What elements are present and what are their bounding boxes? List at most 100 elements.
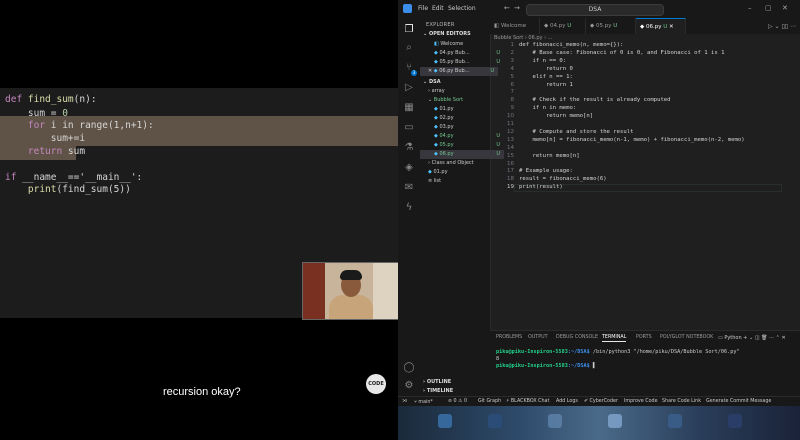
panel-tab-problems[interactable]: PROBLEMS [496,335,522,340]
code-line[interactable]: # Compute and store the result [519,129,633,135]
code-line[interactable]: return 0 [519,66,573,72]
code-editor[interactable]: 1 2 3 4 5 6 7 8 9 10 11 12 13 14 15 16 17 18 19 def fibona… [490,42,800,330]
code-line[interactable]: # Example usage: [519,168,573,174]
dock-app-icon[interactable] [608,414,622,428]
remote-explorer-icon[interactable]: ▭ [403,122,415,134]
outline-section[interactable]: › OUTLINE [420,378,493,387]
chat-icon[interactable]: ✉ [403,182,415,194]
tree-file-root-01[interactable]: ◆ 01.py [420,168,498,177]
tab-06[interactable]: ◆ 06.py U ✕ [636,18,686,34]
line-number: 18 [507,176,514,183]
split-editor-icon[interactable]: ▯▯ [781,23,788,30]
maximize-icon[interactable]: ▢ [765,4,772,12]
testing-icon[interactable]: ⚗ [403,142,415,154]
run-debug-icon[interactable]: ▷ [403,82,415,94]
slide-line-2: sum = 0 [5,108,68,119]
tree-folder-array[interactable]: › array [420,87,498,96]
panel-tab-ports[interactable]: PORTS [636,335,652,340]
explorer-icon[interactable]: ❐ [403,24,415,36]
status-improve-code[interactable]: Improve Code [624,399,658,404]
extensions-icon[interactable]: ▦ [403,102,415,114]
source-control-badge: 3 [411,70,417,76]
menu-file[interactable]: File [418,5,428,12]
left-bottom-area [0,406,398,440]
code-line[interactable]: result = fibonacci_memo(6) [519,176,607,182]
slide-line-1: def find_sum(n): [5,94,97,105]
code-line[interactable]: memo[n] = fibonacci_memo(n-1, memo) + fi… [519,137,744,143]
panel-tab-output[interactable]: OUTPUT [528,335,548,340]
status-blackbox-chat[interactable]: ⚡ BLACKBOX Chat [506,399,549,404]
command-center-search[interactable]: DSA [526,4,664,16]
status-problems[interactable]: ⊘ 0 ⚠ 0 [448,399,467,404]
code-line[interactable]: if n in memo: [519,105,576,111]
minimize-icon[interactable]: – [748,4,752,12]
tree-file-list[interactable]: ≡ list [420,177,498,186]
code-line[interactable]: elif n == 1: [519,74,572,80]
docker-icon[interactable]: ◈ [403,162,415,174]
code-line[interactable]: return memo[n] [519,153,579,159]
breadcrumb[interactable]: Bubble Sort › 06.py › ... [494,35,552,41]
nav-back-icon[interactable]: ← [504,4,510,12]
line-number: 14 [507,144,514,151]
nav-forward-icon[interactable]: → [514,4,520,12]
code-line[interactable]: return 1 [519,82,573,88]
code-line[interactable]: print(result) [519,184,563,190]
timeline-section[interactable]: › TIMELINE [420,387,493,396]
bottom-panel: PROBLEMS OUTPUT DEBUG CONSOLE TERMINAL P… [490,330,800,397]
close-editor-icon: ✕ [428,68,433,74]
tab-welcome[interactable]: ◧ Welcome [490,18,540,34]
run-file-icon[interactable]: ▷ [768,23,773,30]
tree-folder-class-object[interactable]: › Class and Object [420,159,498,168]
status-git-graph[interactable]: Git Graph [478,399,501,404]
status-cybercoder[interactable]: ✐ CyberCoder [584,399,618,404]
workspace-section[interactable]: ⌄ DSA [420,78,493,87]
code-line[interactable]: # Check if the result is already compute… [519,97,670,103]
code-line[interactable]: return memo[n] [519,113,593,119]
slide-line-6: if __name__=='__main__': [5,172,143,183]
line-number: 11 [507,121,514,127]
line-number: 2 [510,49,515,56]
menu-selection[interactable]: Selection [448,5,476,12]
remote-indicator-icon[interactable]: ⋊ [402,399,407,404]
explorer-sidebar: EXPLORER ⌄ OPEN EDITORS ◧ Welcome ◆ 04.p… [420,18,504,396]
status-branch[interactable]: ⑂ main* [414,399,433,405]
search-icon[interactable]: ⌕ [403,42,415,54]
settings-gear-icon[interactable]: ⚙ [403,380,415,392]
status-generate-commit[interactable]: Generate Commit Message [706,399,771,404]
dock-app-icon[interactable] [438,414,452,428]
menu-edit[interactable]: Edit [432,5,444,12]
open-editors-section[interactable]: ⌄ OPEN EDITORS [420,30,493,39]
line-number: 5 [510,73,515,80]
line-number: 16 [507,160,514,167]
add-terminal-icon: + [743,335,748,341]
vscode-window: File Edit Selection ← → DSA – ▢ ✕ ❐ ⌕ ⑂ … [398,0,800,406]
slide-line-4: sum+=i [5,133,86,144]
dock-app-icon[interactable] [728,414,742,428]
code-line[interactable]: # Base case: Fibonacci of 0 is 0, and Fi… [519,50,724,56]
code-line[interactable]: def fibonacci_memo(n, memo={}): [519,42,623,48]
panel-tab-polyglot[interactable]: POLYGLOT NOTEBOOK [660,335,713,340]
dock-app-icon[interactable] [668,414,682,428]
git-graph-icon[interactable]: ϟ [403,202,415,214]
open-editor-06[interactable]: ✕ ◆ 06.py Bub... U [420,67,498,76]
slide-line-5: return sum [5,146,86,157]
dock-app-icon[interactable] [488,414,502,428]
tab-04[interactable]: ◆ 04.py U [540,18,586,34]
terminal-shell-selector[interactable]: ▭ Python + ⌄ ◫ 🗑 ⋯ ⌃ ✕ [718,335,786,341]
more-actions-icon[interactable]: ⋯ [790,23,796,30]
dropdown-icon[interactable]: ⌄ [775,23,780,30]
account-icon[interactable]: ◯ [403,362,415,374]
channel-logo: CODE [366,374,386,394]
code-line[interactable]: if n == 0: [519,58,566,64]
subtitle-caption: recursion okay? [163,386,241,398]
tree-folder-bubble-sort[interactable]: ⌄ Bubble Sort [420,96,498,105]
desktop-dock [398,406,800,440]
close-window-icon[interactable]: ✕ [782,4,788,12]
status-add-logs[interactable]: Add Logs [556,399,578,404]
close-tab-icon: ✕ [669,24,674,30]
status-share-code-link[interactable]: Share Code Link [662,399,701,404]
tab-05[interactable]: ◆ 05.py U [586,18,636,34]
panel-tab-debug-console[interactable]: DEBUG CONSOLE [556,335,598,340]
panel-tab-terminal[interactable]: TERMINAL [602,335,627,342]
dock-app-icon[interactable] [548,414,562,428]
